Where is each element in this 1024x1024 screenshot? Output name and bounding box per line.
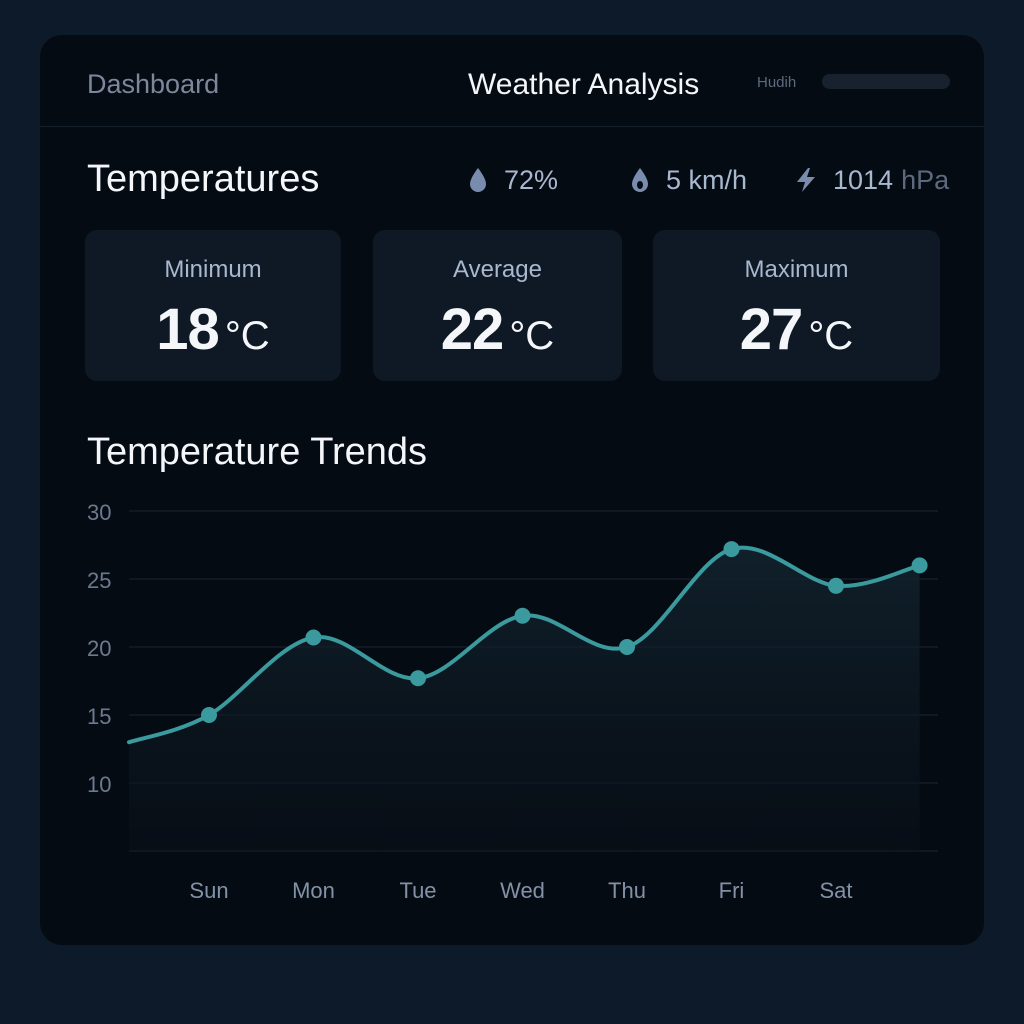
data-point xyxy=(911,557,928,574)
data-point xyxy=(828,577,844,594)
data-point xyxy=(514,607,531,624)
data-point xyxy=(723,541,740,558)
x-tick-label: Sun xyxy=(189,878,228,903)
weather-dashboard-panel: Dashboard Weather Analysis Hudih Tempera… xyxy=(40,35,984,945)
x-tick-label: Wed xyxy=(500,878,545,903)
x-tick-label: Mon xyxy=(292,878,335,903)
x-tick-label: Fri xyxy=(719,878,745,903)
data-point xyxy=(305,629,322,646)
x-tick-label: Thu xyxy=(608,878,646,903)
y-tick-label: 10 xyxy=(87,772,111,797)
y-tick-label: 30 xyxy=(87,500,111,525)
y-tick-label: 15 xyxy=(87,704,111,729)
temperature-trend-chart: 30 25 20 15 10 Sun Mon Tue Wed Thu Fri Sat xyxy=(87,500,938,903)
data-point xyxy=(201,707,217,723)
y-tick-label: 20 xyxy=(87,636,111,661)
trend-area xyxy=(129,547,920,851)
data-point xyxy=(619,639,635,655)
x-tick-label: Sat xyxy=(819,878,852,903)
x-tick-label: Tue xyxy=(399,878,436,903)
y-tick-label: 25 xyxy=(87,568,111,593)
data-point xyxy=(410,670,426,687)
